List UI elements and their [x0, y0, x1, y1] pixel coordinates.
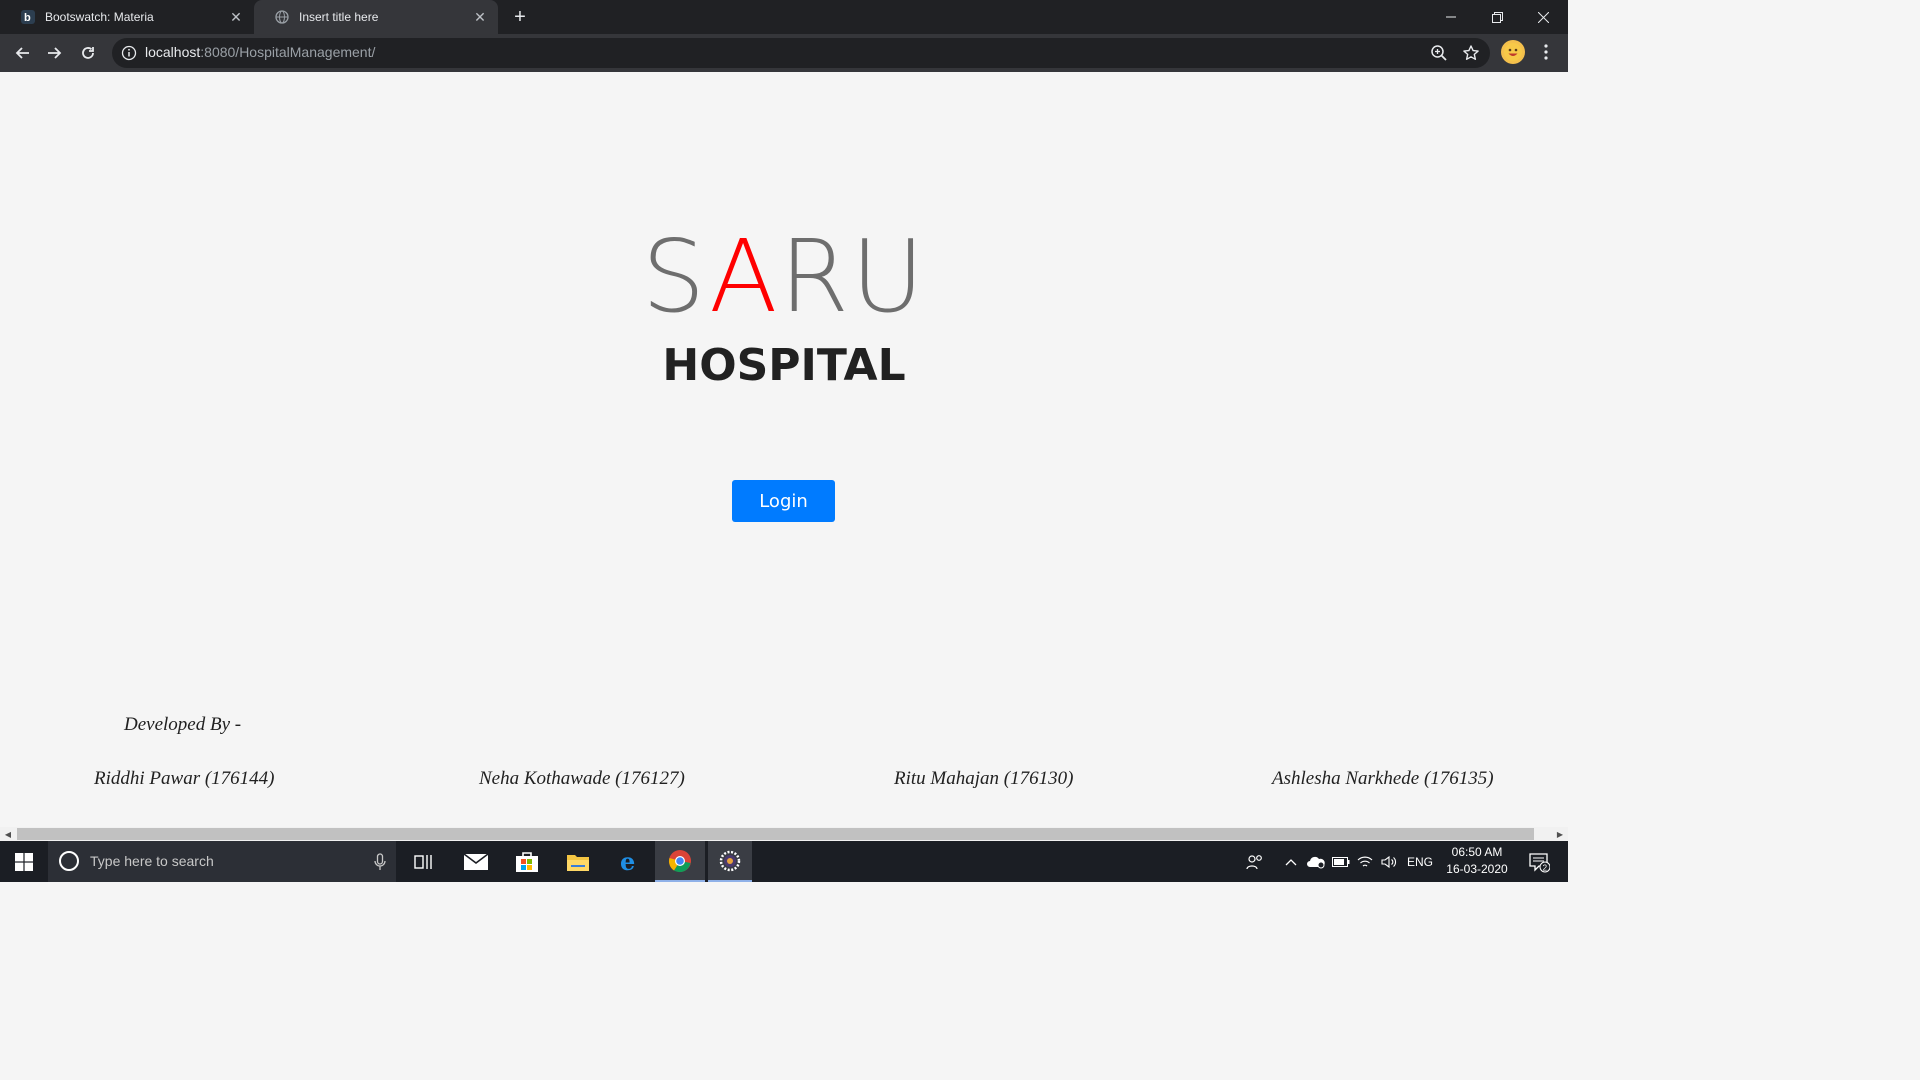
forward-arrow-icon[interactable] [41, 39, 69, 67]
people-icon[interactable] [1240, 841, 1270, 882]
hospital-brand: SARU [0, 222, 1568, 332]
action-center-icon[interactable]: 2 [1522, 841, 1556, 882]
close-window-icon[interactable] [1520, 0, 1566, 34]
edge-browser-icon[interactable]: e [605, 841, 653, 882]
developer-name: Ashlesha Narkhede (176135) [1272, 768, 1494, 789]
page-content: SARU HOSPITAL Login Developed By - Riddh… [0, 72, 1568, 827]
hospital-subtitle: HOSPITAL [662, 340, 906, 391]
taskbar-search-box[interactable]: Type here to search [48, 841, 396, 882]
developer-name: Ritu Mahajan (176130) [894, 768, 1074, 789]
site-info-icon[interactable] [121, 45, 137, 66]
horizontal-scrollbar[interactable]: ◀ ▶ [0, 827, 1568, 841]
microphone-icon[interactable] [374, 853, 386, 876]
brand-letter-a: A [709, 218, 780, 335]
tab-insert-title[interactable]: Insert title here ✕ [254, 0, 498, 34]
scrollbar-thumb[interactable] [17, 828, 1534, 840]
brand-letters-ru: RU [779, 218, 927, 335]
chevron-up-icon[interactable] [1280, 841, 1302, 882]
search-placeholder: Type here to search [90, 853, 214, 869]
tab-bootswatch[interactable]: b Bootswatch: Materia ✕ [0, 0, 254, 34]
volume-icon[interactable] [1378, 841, 1400, 882]
battery-icon[interactable] [1330, 841, 1352, 882]
notification-count: 2 [1543, 863, 1548, 872]
tab-strip: b Bootswatch: Materia ✕ Insert title her… [0, 0, 1568, 34]
address-bar[interactable]: localhost:8080/HospitalManagement/ [112, 38, 1490, 68]
clock-time: 06:50 AM [1451, 845, 1503, 859]
scroll-right-icon[interactable]: ▶ [1552, 827, 1568, 841]
input-language[interactable]: ENG [1404, 841, 1436, 882]
task-view-icon[interactable] [400, 841, 448, 882]
bootswatch-icon: b [20, 9, 36, 25]
brand-letter-s: S [641, 218, 710, 335]
onedrive-icon[interactable] [1304, 841, 1328, 882]
minimize-icon[interactable] [1428, 0, 1474, 34]
windows-start-icon[interactable] [0, 841, 48, 882]
login-button[interactable]: Login [732, 480, 835, 522]
developer-name: Riddhi Pawar (176144) [94, 768, 275, 789]
cortana-icon [59, 851, 79, 871]
profile-avatar[interactable] [1501, 40, 1525, 64]
tab-title: Bootswatch: Materia [45, 10, 154, 24]
file-explorer-icon[interactable] [554, 841, 602, 882]
bookmark-star-icon[interactable] [1462, 44, 1480, 67]
taskbar-clock[interactable]: 06:50 AM 16-03-2020 [1440, 844, 1514, 878]
browser-toolbar: localhost:8080/HospitalManagement/ [0, 34, 1568, 72]
windows-taskbar: Type here to search e ENG 06:50 AM 16-03… [0, 841, 1568, 882]
developer-name: Neha Kothawade (176127) [479, 768, 685, 789]
tab-title: Insert title here [299, 10, 379, 24]
svg-text:e: e [620, 851, 635, 873]
scroll-left-icon[interactable]: ◀ [0, 827, 16, 841]
chrome-icon[interactable] [655, 841, 705, 882]
restore-icon[interactable] [1474, 0, 1520, 34]
mail-icon[interactable] [452, 841, 500, 882]
svg-text:b: b [24, 12, 31, 24]
close-tab-icon[interactable]: ✕ [468, 9, 492, 26]
close-tab-icon[interactable]: ✕ [224, 9, 248, 26]
new-tab-button[interactable]: + [508, 5, 532, 29]
reload-icon[interactable] [74, 39, 102, 67]
zoom-icon[interactable] [1430, 44, 1448, 67]
browser-menu-icon[interactable] [1537, 40, 1555, 64]
url-host: localhost [145, 44, 201, 60]
clock-date: 16-03-2020 [1446, 862, 1508, 876]
globe-icon [274, 9, 290, 25]
back-arrow-icon[interactable] [8, 39, 36, 67]
developed-by-label: Developed By - [124, 714, 242, 735]
wifi-icon[interactable] [1354, 841, 1376, 882]
url-text: localhost:8080/HospitalManagement/ [145, 44, 375, 60]
eclipse-ide-icon[interactable] [708, 841, 752, 882]
store-icon[interactable] [503, 841, 551, 882]
url-path: :8080/HospitalManagement/ [200, 44, 376, 60]
